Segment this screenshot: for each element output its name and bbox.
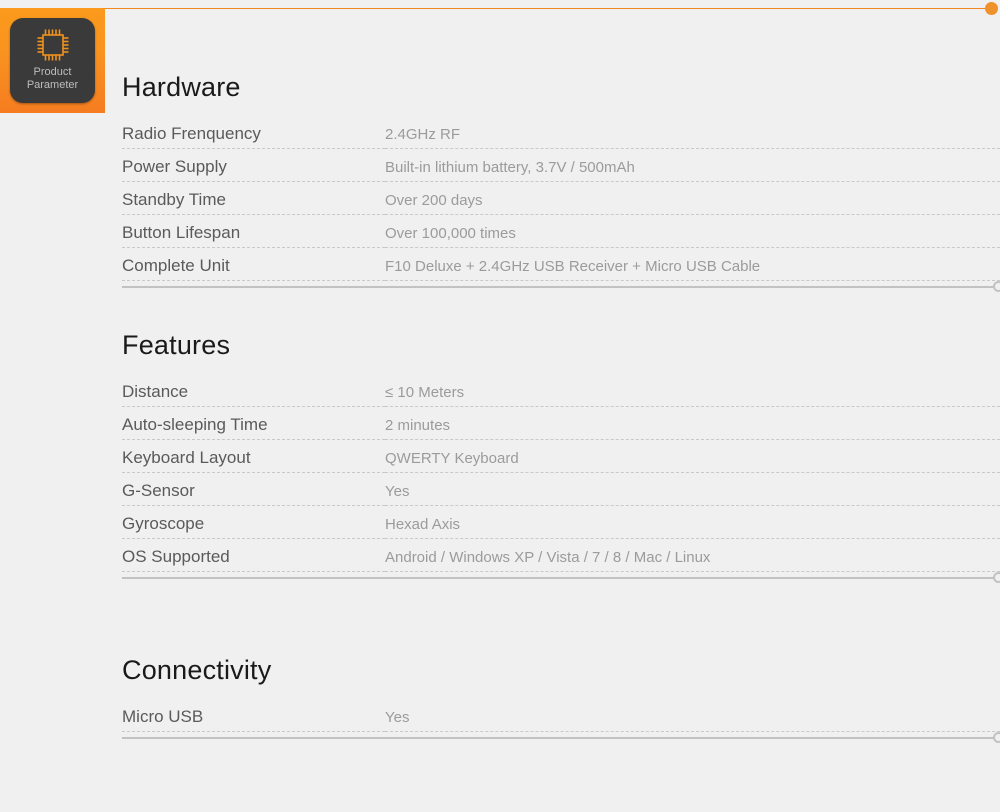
spec-value: Over 100,000 times — [385, 214, 1000, 248]
spec-value: Hexad Axis — [385, 505, 1000, 539]
spec-label: Standby Time — [122, 181, 385, 215]
spec-row: Button Lifespan Over 100,000 times — [122, 214, 1000, 248]
end-rule-circle-icon — [993, 281, 1000, 292]
section-features: Features Distance ≤ 10 Meters Auto-sleepin… — [122, 330, 1000, 586]
spec-label: Complete Unit — [122, 247, 385, 281]
spec-row: Gyroscope Hexad Axis — [122, 505, 1000, 539]
spec-value: Android / Windows XP / Vista / 7 / 8 / M… — [385, 538, 1000, 572]
cpu-chip-icon — [32, 25, 74, 65]
section-hardware: Hardware Radio Frenquency 2.4GHz RF Power … — [122, 72, 1000, 295]
badge-panel: Product Parameter — [10, 18, 95, 103]
spec-value: ≤ 10 Meters — [385, 374, 1000, 407]
section-end-rule — [122, 572, 1000, 586]
spec-row: Micro USB Yes — [122, 699, 1000, 732]
section-title: Connectivity — [122, 655, 272, 685]
spec-label: G-Sensor — [122, 472, 385, 506]
spec-table: Radio Frenquency 2.4GHz RF Power Supply Bui… — [122, 116, 1000, 281]
section-end-rule — [122, 732, 1000, 746]
spec-row: Power Supply Built-in lithium battery, 3.… — [122, 148, 1000, 182]
spec-label: Micro USB — [122, 699, 385, 732]
spec-row: Standby Time Over 200 days — [122, 181, 1000, 215]
spec-value: 2.4GHz RF — [385, 116, 1000, 149]
spec-value: F10 Deluxe + 2.4GHz USB Receiver + Micro… — [385, 247, 1000, 281]
spec-row: Radio Frenquency 2.4GHz RF — [122, 116, 1000, 149]
spec-label: Button Lifespan — [122, 214, 385, 248]
spec-label: Power Supply — [122, 148, 385, 182]
section-title: Features — [122, 330, 231, 360]
end-rule-line — [122, 577, 1000, 579]
spec-table: Micro USB Yes — [122, 699, 1000, 732]
spec-value: 2 minutes — [385, 406, 1000, 440]
end-rule-circle-icon — [993, 732, 1000, 743]
spec-table: Distance ≤ 10 Meters Auto-sleeping Time 2 m… — [122, 374, 1000, 572]
section-connectivity: Connectivity Micro USB Yes — [122, 655, 1000, 746]
product-parameter-badge: Product Parameter — [0, 8, 105, 113]
spec-row: Complete Unit F10 Deluxe + 2.4GHz USB Rec… — [122, 247, 1000, 281]
spec-row: OS Supported Android / Windows XP / Vista… — [122, 538, 1000, 572]
spec-label: Distance — [122, 374, 385, 407]
spec-label: Radio Frenquency — [122, 116, 385, 149]
badge-caption-line2: Parameter — [26, 79, 79, 91]
spec-label: OS Supported — [122, 538, 385, 572]
end-rule-line — [122, 286, 1000, 288]
spec-value: Built-in lithium battery, 3.7V / 500mAh — [385, 148, 1000, 182]
end-rule-circle-icon — [993, 572, 1000, 583]
spec-value: Yes — [385, 699, 1000, 732]
spec-row: Keyboard Layout QWERTY Keyboard — [122, 439, 1000, 473]
spec-label: Auto-sleeping Time — [122, 406, 385, 440]
badge-caption-line1: Product — [33, 66, 72, 78]
section-title: Hardware — [122, 72, 241, 102]
end-rule-line — [122, 737, 1000, 739]
top-accent-dot-icon — [985, 2, 998, 15]
top-accent-line — [105, 8, 986, 9]
spec-value: Over 200 days — [385, 181, 1000, 215]
badge-caption: Product Parameter — [10, 66, 95, 92]
spec-row: G-Sensor Yes — [122, 472, 1000, 506]
spec-row: Auto-sleeping Time 2 minutes — [122, 406, 1000, 440]
spec-row: Distance ≤ 10 Meters — [122, 374, 1000, 407]
spec-value: QWERTY Keyboard — [385, 439, 1000, 473]
spec-value: Yes — [385, 472, 1000, 506]
section-end-rule — [122, 281, 1000, 295]
spec-label: Keyboard Layout — [122, 439, 385, 473]
spec-label: Gyroscope — [122, 505, 385, 539]
